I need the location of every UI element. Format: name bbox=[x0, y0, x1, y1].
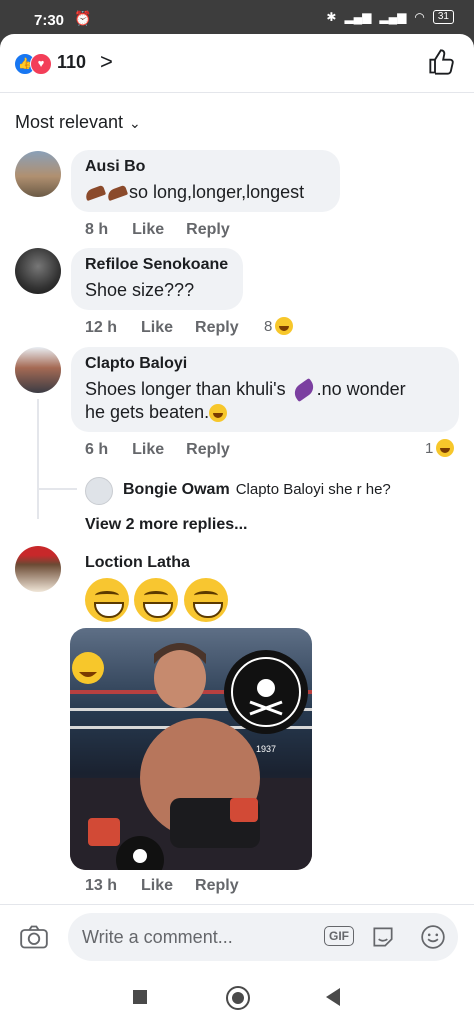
reply-author: Bongie Owam bbox=[123, 481, 230, 498]
comment-meta: 6 h Like Reply bbox=[85, 441, 252, 459]
comment-composer: Write a comment... GIF bbox=[0, 904, 474, 970]
reaction-count[interactable]: 110 bbox=[57, 52, 86, 73]
reaction-icons[interactable]: 👍 ♥ bbox=[14, 53, 54, 75]
comment-bubble: Refiloe Senokoane Shoe size??? bbox=[71, 248, 243, 310]
shoe-emoji-icon bbox=[83, 185, 107, 202]
laughing-emoji-icon bbox=[275, 317, 294, 335]
comment-time: 6 h bbox=[85, 441, 109, 458]
grinning-emoji-icon bbox=[85, 578, 129, 622]
grinning-emoji-icon bbox=[184, 578, 228, 622]
comment-author[interactable]: Ausi Bo bbox=[85, 158, 326, 176]
thread-line-branch bbox=[37, 488, 77, 490]
gif-icon[interactable]: GIF bbox=[324, 926, 354, 946]
avatar[interactable] bbox=[15, 151, 61, 197]
comment-author[interactable]: Refiloe Senokoane bbox=[85, 256, 229, 274]
reply-text: Clapto Baloyi she r he? bbox=[235, 481, 391, 498]
back-icon[interactable] bbox=[326, 988, 340, 1006]
comments-sheet: 👍 ♥ 110 > Most relevant ⌄ Ausi Bo so long… bbox=[0, 34, 474, 970]
reply-button[interactable]: Reply bbox=[186, 221, 230, 238]
avatar[interactable] bbox=[15, 546, 61, 592]
like-outline-icon[interactable] bbox=[428, 48, 456, 76]
reply-button[interactable]: Reply bbox=[195, 319, 239, 336]
wifi-icon: ◠ bbox=[414, 10, 425, 24]
signal-icon-2: ▂▄▆ bbox=[379, 10, 407, 24]
comment-photo[interactable]: 1937 bbox=[70, 628, 312, 870]
comment-time: 12 h bbox=[85, 319, 118, 336]
signal-icon: ▂▄▆ bbox=[344, 10, 372, 24]
love-reaction-icon: ♥ bbox=[30, 53, 52, 75]
avatar[interactable] bbox=[15, 248, 61, 294]
reply-preview[interactable]: Bongie Owam Clapto Baloyi she r he? bbox=[123, 481, 391, 499]
sort-label: Most relevant bbox=[15, 112, 124, 132]
alarm-icon: ⏰ bbox=[74, 10, 92, 26]
comment-text: Shoe size??? bbox=[85, 280, 195, 300]
reaction-count: 1 bbox=[425, 439, 434, 457]
laughing-emoji-icon bbox=[436, 439, 455, 457]
comment-text: Shoes longer than khuli's .no wonder he g… bbox=[85, 378, 406, 423]
reply-avatar[interactable] bbox=[85, 477, 113, 505]
emoji-icon[interactable] bbox=[420, 924, 446, 950]
comment-bubble: Clapto Baloyi Shoes longer than khuli's … bbox=[71, 347, 459, 432]
reactions-header: 👍 ♥ 110 > bbox=[0, 34, 474, 93]
comment-reaction-badge[interactable]: 8 bbox=[264, 317, 294, 335]
recent-apps-icon[interactable] bbox=[133, 990, 147, 1004]
status-bar: 7:30 ⏰ ✱ ▂▄▆ ▂▄▆ ◠ 31 bbox=[0, 0, 474, 38]
reaction-count: 8 bbox=[264, 317, 273, 335]
view-more-replies-link[interactable]: View 2 more replies... bbox=[85, 516, 247, 534]
reply-button[interactable]: Reply bbox=[195, 877, 239, 894]
sort-dropdown[interactable]: Most relevant ⌄ bbox=[15, 112, 141, 133]
comment-meta: 12 h Like Reply bbox=[85, 319, 261, 337]
battery-icon: 31 bbox=[432, 10, 454, 24]
camera-icon[interactable] bbox=[20, 924, 48, 950]
reply-button[interactable]: Reply bbox=[186, 441, 230, 458]
comment-input[interactable]: Write a comment... GIF bbox=[68, 913, 458, 961]
comment-meta: 8 h Like Reply bbox=[85, 221, 252, 239]
comment-placeholder: Write a comment... bbox=[82, 927, 233, 947]
like-button[interactable]: Like bbox=[141, 319, 173, 336]
comment-reaction-badge[interactable]: 1 bbox=[425, 439, 455, 457]
shoe-emoji-icon bbox=[105, 185, 129, 202]
comment-text: so long,longer,longest bbox=[83, 181, 326, 204]
rofl-emoji-icon bbox=[209, 404, 228, 423]
chevron-down-icon: ⌄ bbox=[129, 115, 141, 131]
like-button[interactable]: Like bbox=[141, 877, 173, 894]
status-icons: ✱ ▂▄▆ ▂▄▆ ◠ 31 bbox=[326, 10, 454, 24]
sticker-icon[interactable] bbox=[370, 924, 396, 950]
home-icon[interactable] bbox=[226, 986, 250, 1010]
like-button[interactable]: Like bbox=[132, 441, 164, 458]
avatar[interactable] bbox=[15, 347, 61, 393]
like-button[interactable]: Like bbox=[132, 221, 164, 238]
system-nav-bar bbox=[0, 970, 474, 1026]
grinning-emoji-icon bbox=[134, 578, 178, 622]
comment-meta: 13 h Like Reply bbox=[85, 877, 261, 895]
bluetooth-icon: ✱ bbox=[326, 10, 337, 24]
comment-time: 13 h bbox=[85, 877, 118, 894]
boxer-photo: 1937 bbox=[70, 643, 312, 870]
chevron-right-icon[interactable]: > bbox=[100, 49, 113, 75]
photo-badge-text: 1937 bbox=[256, 744, 276, 754]
comment-author[interactable]: Loction Latha bbox=[85, 554, 190, 572]
comment-time: 8 h bbox=[85, 221, 109, 238]
comment-author[interactable]: Clapto Baloyi bbox=[85, 355, 445, 373]
eggplant-emoji-icon bbox=[290, 378, 317, 403]
comment-bubble: Ausi Bo so long,longer,longest bbox=[71, 150, 340, 212]
status-time: 7:30 bbox=[34, 12, 65, 29]
thread-line bbox=[37, 399, 39, 519]
